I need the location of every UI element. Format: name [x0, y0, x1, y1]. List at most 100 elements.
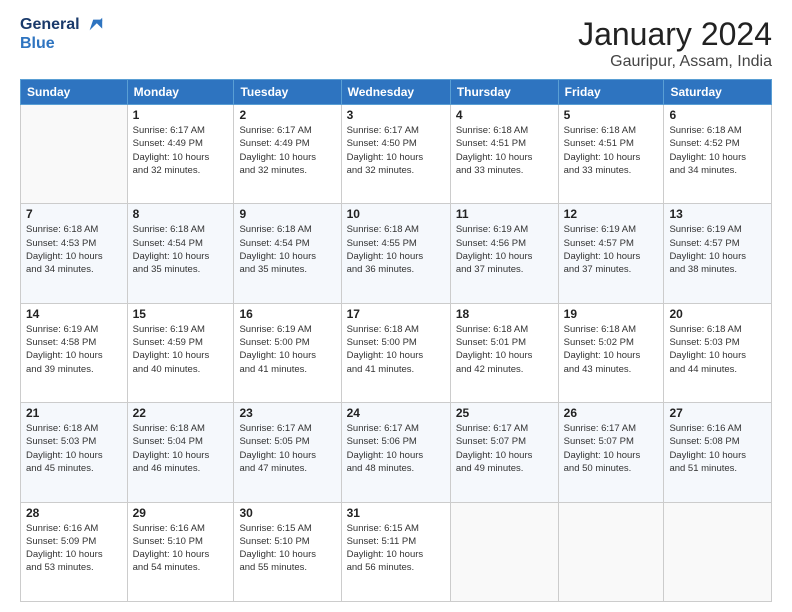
day-number: 15 — [133, 307, 229, 321]
calendar-week-5: 28Sunrise: 6:16 AM Sunset: 5:09 PM Dayli… — [21, 502, 772, 601]
day-number: 31 — [347, 506, 445, 520]
table-cell: 31 Sunrise: 6:15 AM Sunset: 5:11 PM Dayli… — [341, 502, 450, 601]
day-info: Sunrise: 6:18 AM Sunset: 5:01 PM Dayligh… — [456, 323, 553, 376]
day-info: Sunrise: 6:17 AM Sunset: 5:07 PM Dayligh… — [456, 422, 553, 475]
day-info: Sunrise: 6:18 AM Sunset: 4:55 PM Dayligh… — [347, 223, 445, 276]
table-cell: 16Sunrise: 6:19 AM Sunset: 5:00 PM Dayli… — [234, 303, 341, 402]
table-cell: 5Sunrise: 6:18 AM Sunset: 4:51 PM Daylig… — [558, 105, 664, 204]
day-info: Sunrise: 6:18 AM Sunset: 4:51 PM Dayligh… — [564, 124, 659, 177]
table-cell — [558, 502, 664, 601]
table-cell: 9 Sunrise: 6:18 AM Sunset: 4:54 PM Daylig… — [234, 204, 341, 303]
day-number: 26 — [564, 406, 659, 420]
table-cell: 19 Sunrise: 6:18 AM Sunset: 5:02 PM Dayli… — [558, 303, 664, 402]
logo-arrow-icon — [86, 16, 104, 34]
day-info: Sunrise: 6:18 AM Sunset: 4:54 PM Dayligh… — [239, 223, 335, 276]
col-monday: Monday — [127, 80, 234, 105]
col-thursday: Thursday — [450, 80, 558, 105]
sub-title: Gauripur, Assam, India — [578, 53, 772, 71]
col-tuesday: Tuesday — [234, 80, 341, 105]
calendar-table: Sunday Monday Tuesday Wednesday Thursday… — [20, 79, 772, 602]
col-friday: Friday — [558, 80, 664, 105]
table-cell: 14 Sunrise: 6:19 AM Sunset: 4:58 PM Dayli… — [21, 303, 128, 402]
day-info: Sunrise: 6:18 AM Sunset: 4:51 PM Dayligh… — [456, 124, 553, 177]
day-info: Sunrise: 6:18 AM Sunset: 4:53 PM Dayligh… — [26, 223, 122, 276]
day-info: Sunrise: 6:17 AM Sunset: 5:07 PM Dayligh… — [564, 422, 659, 475]
table-cell: 13Sunrise: 6:19 AM Sunset: 4:57 PM Dayli… — [664, 204, 772, 303]
day-number: 29 — [133, 506, 229, 520]
table-cell: 7 Sunrise: 6:18 AM Sunset: 4:53 PM Daylig… — [21, 204, 128, 303]
calendar-week-3: 14 Sunrise: 6:19 AM Sunset: 4:58 PM Dayli… — [21, 303, 772, 402]
col-sunday: Sunday — [21, 80, 128, 105]
main-title: January 2024 — [578, 16, 772, 53]
day-number: 2 — [239, 108, 335, 122]
day-info: Sunrise: 6:18 AM Sunset: 5:03 PM Dayligh… — [26, 422, 122, 475]
table-cell: 1Sunrise: 6:17 AM Sunset: 4:49 PM Daylig… — [127, 105, 234, 204]
table-cell — [450, 502, 558, 601]
day-info: Sunrise: 6:18 AM Sunset: 4:52 PM Dayligh… — [669, 124, 766, 177]
table-cell: 6Sunrise: 6:18 AM Sunset: 4:52 PM Daylig… — [664, 105, 772, 204]
table-cell: 29 Sunrise: 6:16 AM Sunset: 5:10 PM Dayli… — [127, 502, 234, 601]
table-cell: 28Sunrise: 6:16 AM Sunset: 5:09 PM Dayli… — [21, 502, 128, 601]
logo: General Blue — [20, 16, 104, 53]
table-cell: 25 Sunrise: 6:17 AM Sunset: 5:07 PM Dayli… — [450, 403, 558, 502]
table-cell: 23Sunrise: 6:17 AM Sunset: 5:05 PM Dayli… — [234, 403, 341, 502]
day-info: Sunrise: 6:16 AM Sunset: 5:08 PM Dayligh… — [669, 422, 766, 475]
day-info: Sunrise: 6:18 AM Sunset: 5:03 PM Dayligh… — [669, 323, 766, 376]
table-cell: 3 Sunrise: 6:17 AM Sunset: 4:50 PM Daylig… — [341, 105, 450, 204]
table-cell: 18 Sunrise: 6:18 AM Sunset: 5:01 PM Dayli… — [450, 303, 558, 402]
day-info: Sunrise: 6:19 AM Sunset: 4:58 PM Dayligh… — [26, 323, 122, 376]
col-saturday: Saturday — [664, 80, 772, 105]
title-block: January 2024 Gauripur, Assam, India — [578, 16, 772, 71]
day-number: 20 — [669, 307, 766, 321]
day-number: 3 — [347, 108, 445, 122]
day-number: 10 — [347, 207, 445, 221]
day-number: 30 — [239, 506, 335, 520]
table-cell: 12 Sunrise: 6:19 AM Sunset: 4:57 PM Dayli… — [558, 204, 664, 303]
day-info: Sunrise: 6:16 AM Sunset: 5:10 PM Dayligh… — [133, 522, 229, 575]
day-info: Sunrise: 6:19 AM Sunset: 5:00 PM Dayligh… — [239, 323, 335, 376]
day-info: Sunrise: 6:19 AM Sunset: 4:56 PM Dayligh… — [456, 223, 553, 276]
table-cell: 4Sunrise: 6:18 AM Sunset: 4:51 PM Daylig… — [450, 105, 558, 204]
table-cell: 11Sunrise: 6:19 AM Sunset: 4:56 PM Dayli… — [450, 204, 558, 303]
day-number: 18 — [456, 307, 553, 321]
day-number: 21 — [26, 406, 122, 420]
day-info: Sunrise: 6:15 AM Sunset: 5:11 PM Dayligh… — [347, 522, 445, 575]
day-number: 7 — [26, 207, 122, 221]
page-header: General Blue January 2024 Gauripur, Assa… — [20, 16, 772, 71]
day-info: Sunrise: 6:17 AM Sunset: 5:06 PM Dayligh… — [347, 422, 445, 475]
day-number: 25 — [456, 406, 553, 420]
table-cell: 30 Sunrise: 6:15 AM Sunset: 5:10 PM Dayli… — [234, 502, 341, 601]
day-info: Sunrise: 6:19 AM Sunset: 4:59 PM Dayligh… — [133, 323, 229, 376]
day-info: Sunrise: 6:19 AM Sunset: 4:57 PM Dayligh… — [564, 223, 659, 276]
table-cell — [21, 105, 128, 204]
calendar-header-row: Sunday Monday Tuesday Wednesday Thursday… — [21, 80, 772, 105]
day-info: Sunrise: 6:18 AM Sunset: 5:04 PM Dayligh… — [133, 422, 229, 475]
day-info: Sunrise: 6:19 AM Sunset: 4:57 PM Dayligh… — [669, 223, 766, 276]
day-info: Sunrise: 6:17 AM Sunset: 4:50 PM Dayligh… — [347, 124, 445, 177]
table-cell: 2Sunrise: 6:17 AM Sunset: 4:49 PM Daylig… — [234, 105, 341, 204]
day-number: 9 — [239, 207, 335, 221]
day-info: Sunrise: 6:18 AM Sunset: 5:00 PM Dayligh… — [347, 323, 445, 376]
day-info: Sunrise: 6:15 AM Sunset: 5:10 PM Dayligh… — [239, 522, 335, 575]
calendar-week-1: 1Sunrise: 6:17 AM Sunset: 4:49 PM Daylig… — [21, 105, 772, 204]
day-number: 19 — [564, 307, 659, 321]
day-info: Sunrise: 6:17 AM Sunset: 5:05 PM Dayligh… — [239, 422, 335, 475]
table-cell: 26 Sunrise: 6:17 AM Sunset: 5:07 PM Dayli… — [558, 403, 664, 502]
col-wednesday: Wednesday — [341, 80, 450, 105]
calendar-week-4: 21 Sunrise: 6:18 AM Sunset: 5:03 PM Dayli… — [21, 403, 772, 502]
day-number: 24 — [347, 406, 445, 420]
table-cell — [664, 502, 772, 601]
day-number: 12 — [564, 207, 659, 221]
day-info: Sunrise: 6:18 AM Sunset: 5:02 PM Dayligh… — [564, 323, 659, 376]
day-number: 27 — [669, 406, 766, 420]
day-number: 8 — [133, 207, 229, 221]
day-number: 28 — [26, 506, 122, 520]
table-cell: 10 Sunrise: 6:18 AM Sunset: 4:55 PM Dayli… — [341, 204, 450, 303]
day-number: 14 — [26, 307, 122, 321]
table-cell: 21 Sunrise: 6:18 AM Sunset: 5:03 PM Dayli… — [21, 403, 128, 502]
table-cell: 8Sunrise: 6:18 AM Sunset: 4:54 PM Daylig… — [127, 204, 234, 303]
table-cell: 15 Sunrise: 6:19 AM Sunset: 4:59 PM Dayli… — [127, 303, 234, 402]
table-cell: 27 Sunrise: 6:16 AM Sunset: 5:08 PM Dayli… — [664, 403, 772, 502]
day-number: 22 — [133, 406, 229, 420]
calendar-week-2: 7 Sunrise: 6:18 AM Sunset: 4:53 PM Daylig… — [21, 204, 772, 303]
